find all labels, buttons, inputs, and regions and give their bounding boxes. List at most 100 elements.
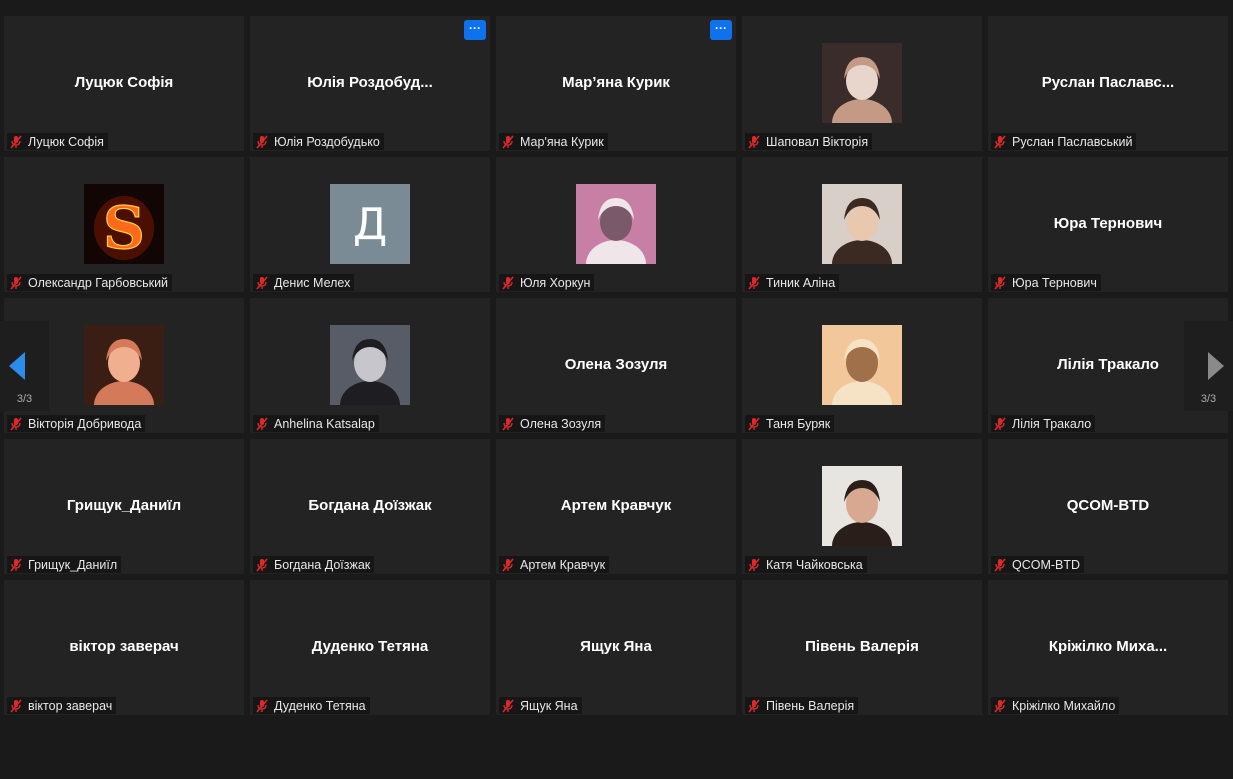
muted-mic-icon xyxy=(748,134,760,149)
muted-mic-icon xyxy=(994,275,1006,290)
participant-display-name: віктор заверач xyxy=(69,638,179,655)
participant-name: Мар'яна Курик xyxy=(520,134,604,149)
participant-name: QCOM-BTD xyxy=(1012,557,1081,572)
participant-tile[interactable]: Грищук_Даниїл Грищук_Даниїл xyxy=(4,439,244,574)
participant-name: Грищук_Даниїл xyxy=(28,557,118,572)
participant-tile[interactable]: Дуденко Тетяна Дуденко Тетяна xyxy=(250,580,490,715)
participant-tile[interactable]: Юра Тернович Юра Тернович xyxy=(988,157,1228,292)
more-options-button[interactable]: ··· xyxy=(710,20,732,40)
participant-name: Юра Тернович xyxy=(1012,275,1097,290)
letter-avatar: Д xyxy=(330,184,410,264)
participant-name: Луцюк Софія xyxy=(28,134,104,149)
participant-display-name: Олена Зозуля xyxy=(564,356,668,373)
participant-name: Руслан Паславський xyxy=(1012,134,1133,149)
participant-name: Денис Мелех xyxy=(274,275,351,290)
svg-text:S: S xyxy=(103,194,145,262)
participant-name-label: Артем Кравчук xyxy=(499,556,610,573)
photo-icon xyxy=(84,325,164,405)
participant-display-name: Луцюк Софія xyxy=(74,74,174,91)
participant-name: Олександр Гарбовський xyxy=(28,275,169,290)
participant-name-label: Катя Чайковська xyxy=(745,556,867,573)
participant-tile[interactable]: Таня Буряк xyxy=(742,298,982,433)
participant-name: Богдана Доїзжак xyxy=(274,557,371,572)
muted-mic-icon xyxy=(502,275,514,290)
participant-name: Вікторія Добривода xyxy=(28,416,142,431)
next-page-button[interactable]: 3/3 xyxy=(1184,321,1233,411)
participant-name-label: Вікторія Добривода xyxy=(7,415,146,432)
participant-tile[interactable]: Шаповал Вікторія xyxy=(742,16,982,151)
participant-name-label: Юля Хоркун xyxy=(499,274,595,291)
participant-name-label: Грищук_Даниїл xyxy=(7,556,122,573)
photo-icon xyxy=(330,325,410,405)
participant-name-label: Півень Валерія xyxy=(745,697,859,714)
participant-name-label: Луцюк Софія xyxy=(7,133,108,150)
participant-tile[interactable]: Мар’яна Курик ··· Мар'яна Курик xyxy=(496,16,736,151)
participant-name-label: Лілія Тракало xyxy=(991,415,1096,432)
participant-name-label: Олександр Гарбовський xyxy=(7,274,173,291)
participant-display-name: Кріжілко Миха... xyxy=(1048,638,1168,655)
muted-mic-icon xyxy=(748,275,760,290)
participant-tile[interactable]: Ящук Яна Ящук Яна xyxy=(496,580,736,715)
muted-mic-icon xyxy=(748,698,760,713)
participant-name: Anhelina Katsalap xyxy=(274,416,375,431)
participant-tile[interactable]: Д Денис Мелех xyxy=(250,157,490,292)
muted-mic-icon xyxy=(256,275,268,290)
participant-tile[interactable]: Тиник Аліна xyxy=(742,157,982,292)
muted-mic-icon xyxy=(994,557,1006,572)
participant-tile[interactable]: Юля Хоркун xyxy=(496,157,736,292)
participant-display-name: Грищук_Даниїл xyxy=(66,497,182,514)
participant-name-label: Дуденко Тетяна xyxy=(253,697,370,714)
participant-tile[interactable]: Юлія Роздобуд... ··· Юлія Роздобудько xyxy=(250,16,490,151)
participant-tile[interactable]: Півень Валерія Півень Валерія xyxy=(742,580,982,715)
right-arrow-icon xyxy=(1208,352,1224,380)
participant-name-label: Кріжілко Михайло xyxy=(991,697,1120,714)
participant-name-label: Денис Мелех xyxy=(253,274,355,291)
participant-name-label: Anhelina Katsalap xyxy=(253,415,379,432)
participant-name: Тиник Аліна xyxy=(766,275,836,290)
gallery-grid: Луцюк Софія Луцюк Софія Юлія Роздобуд... ··… xyxy=(0,0,1233,779)
participant-name: Юлія Роздобудько xyxy=(274,134,380,149)
participant-name: Лілія Тракало xyxy=(1012,416,1092,431)
participant-name-label: віктор заверач xyxy=(7,697,117,714)
page-indicator: 3/3 xyxy=(16,393,33,405)
participant-name: Юля Хоркун xyxy=(520,275,591,290)
photo-icon xyxy=(822,43,902,123)
participant-display-name: Півень Валерія xyxy=(805,638,919,655)
participant-tile[interactable]: Артем Кравчук Артем Кравчук xyxy=(496,439,736,574)
muted-mic-icon xyxy=(256,416,268,431)
participant-name-label: Юлія Роздобудько xyxy=(253,133,384,150)
participant-name: Ящук Яна xyxy=(520,698,578,713)
participant-tile[interactable]: Руслан Паславс... Руслан Паславський xyxy=(988,16,1228,151)
participant-display-name: Ящук Яна xyxy=(580,638,652,655)
participant-name: Олена Зозуля xyxy=(520,416,602,431)
muted-mic-icon xyxy=(10,698,22,713)
more-options-button[interactable]: ··· xyxy=(464,20,486,40)
muted-mic-icon xyxy=(10,416,22,431)
participant-tile[interactable]: Богдана Доїзжак Богдана Доїзжак xyxy=(250,439,490,574)
muted-mic-icon xyxy=(502,416,514,431)
participant-display-name: Артем Кравчук xyxy=(560,497,672,514)
participant-name-label: Руслан Паславський xyxy=(991,133,1137,150)
participant-name: Півень Валерія xyxy=(766,698,855,713)
participant-name: віктор заверач xyxy=(28,698,113,713)
participant-name-label: Тиник Аліна xyxy=(745,274,840,291)
participant-name: Артем Кравчук xyxy=(520,557,606,572)
muted-mic-icon xyxy=(256,698,268,713)
participant-display-name: Дуденко Тетяна xyxy=(311,638,429,655)
participant-name: Таня Буряк xyxy=(766,416,831,431)
participant-tile[interactable]: Луцюк Софія Луцюк Софія xyxy=(4,16,244,151)
participant-tile[interactable]: віктор заверач віктор заверач xyxy=(4,580,244,715)
prev-page-button[interactable]: 3/3 xyxy=(0,321,49,411)
participant-tile[interactable]: Олена Зозуля Олена Зозуля xyxy=(496,298,736,433)
participant-name-label: Мар'яна Курик xyxy=(499,133,608,150)
participant-tile[interactable]: Кріжілко Миха... Кріжілко Михайло xyxy=(988,580,1228,715)
muted-mic-icon xyxy=(502,698,514,713)
participant-tile[interactable]: S Олександр Гарбовський xyxy=(4,157,244,292)
participant-tile[interactable]: QCOM-BTD QCOM-BTD xyxy=(988,439,1228,574)
fire-s-icon: S xyxy=(84,184,164,264)
participant-name: Шаповал Вікторія xyxy=(766,134,869,149)
photo-icon xyxy=(576,184,656,264)
participant-tile[interactable]: Катя Чайковська xyxy=(742,439,982,574)
participant-tile[interactable]: Anhelina Katsalap xyxy=(250,298,490,433)
participant-name-label: Ящук Яна xyxy=(499,697,582,714)
